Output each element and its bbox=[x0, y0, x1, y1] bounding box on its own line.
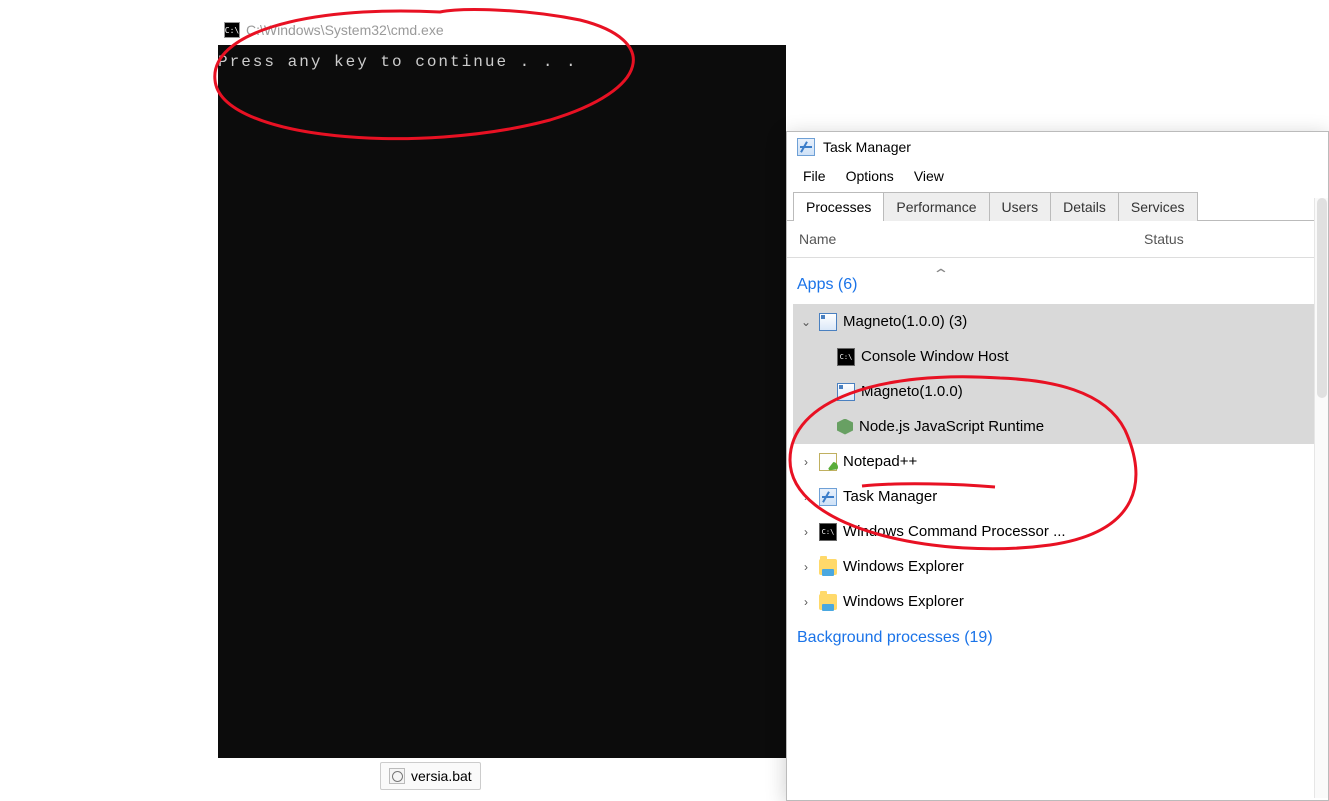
section-apps-header[interactable]: Apps (6) bbox=[793, 266, 1322, 304]
process-name: Windows Explorer bbox=[843, 558, 964, 575]
task-manager-icon bbox=[819, 488, 837, 506]
chevron-right-icon[interactable]: › bbox=[799, 525, 813, 539]
process-name: Notepad++ bbox=[843, 453, 917, 470]
process-name: Windows Explorer bbox=[843, 593, 964, 610]
chevron-down-icon[interactable]: ⌄ bbox=[799, 315, 813, 329]
process-row-task-manager[interactable]: › Task Manager bbox=[793, 479, 1322, 514]
tab-processes[interactable]: Processes bbox=[793, 192, 884, 221]
process-name: Task Manager bbox=[843, 488, 937, 505]
folder-icon bbox=[819, 559, 837, 575]
app-icon bbox=[819, 313, 837, 331]
chevron-right-icon[interactable]: › bbox=[799, 455, 813, 469]
process-row-windows-explorer-1[interactable]: › Windows Explorer bbox=[793, 549, 1322, 584]
tab-details[interactable]: Details bbox=[1050, 192, 1119, 221]
task-manager-titlebar[interactable]: Task Manager bbox=[787, 132, 1328, 162]
task-manager-title: Task Manager bbox=[823, 139, 911, 155]
batch-file-icon bbox=[389, 768, 405, 784]
task-manager-process-list: Apps (6) ⌄ Magneto(1.0.0) (3) C:\ Consol… bbox=[787, 258, 1328, 665]
task-manager-window: Task Manager File Options View Processes… bbox=[786, 131, 1329, 801]
process-row-magneto[interactable]: ⌄ Magneto(1.0.0) (3) bbox=[793, 304, 1322, 339]
process-row-console-window-host[interactable]: C:\ Console Window Host bbox=[793, 339, 1322, 374]
process-name: Node.js JavaScript Runtime bbox=[859, 418, 1044, 435]
section-background-header[interactable]: Background processes (19) bbox=[793, 619, 1322, 657]
task-manager-column-headers: Name Status bbox=[787, 221, 1328, 258]
cmd-window-title: C:\Windows\System32\cmd.exe bbox=[246, 22, 444, 38]
process-row-magneto-child[interactable]: Magneto(1.0.0) bbox=[793, 374, 1322, 409]
tab-users[interactable]: Users bbox=[989, 192, 1052, 221]
node-icon bbox=[837, 419, 853, 435]
menu-view[interactable]: View bbox=[904, 164, 954, 188]
task-manager-icon bbox=[797, 138, 815, 156]
column-header-status[interactable]: Status bbox=[1144, 231, 1316, 247]
sort-chevron-up-icon[interactable]: ⌃ bbox=[932, 266, 950, 283]
process-row-windows-explorer-2[interactable]: › Windows Explorer bbox=[793, 584, 1322, 619]
column-header-name[interactable]: Name bbox=[799, 231, 1144, 247]
menu-file[interactable]: File bbox=[793, 164, 836, 188]
chevron-right-icon[interactable]: › bbox=[799, 490, 813, 504]
process-row-nodejs[interactable]: Node.js JavaScript Runtime bbox=[793, 409, 1322, 444]
chevron-right-icon[interactable]: › bbox=[799, 595, 813, 609]
taskbar-item-label: versia.bat bbox=[411, 768, 472, 784]
taskbar-item-versia-bat[interactable]: versia.bat bbox=[380, 762, 481, 790]
cmd-prompt-icon: C:\ bbox=[224, 22, 240, 38]
cmd-titlebar[interactable]: C:\ C:\Windows\System32\cmd.exe bbox=[218, 15, 786, 45]
process-name: Magneto(1.0.0) (3) bbox=[843, 313, 967, 330]
task-manager-menubar: File Options View bbox=[787, 162, 1328, 191]
cmd-icon: C:\ bbox=[819, 523, 837, 541]
tab-services[interactable]: Services bbox=[1118, 192, 1198, 221]
folder-icon bbox=[819, 594, 837, 610]
scrollbar-vertical[interactable] bbox=[1314, 198, 1328, 798]
chevron-right-icon[interactable]: › bbox=[799, 560, 813, 574]
process-row-cmd-processor[interactable]: › C:\ Windows Command Processor ... bbox=[793, 514, 1322, 549]
tab-performance[interactable]: Performance bbox=[883, 192, 989, 221]
cmd-icon: C:\ bbox=[837, 348, 855, 366]
process-name: Magneto(1.0.0) bbox=[861, 383, 963, 400]
process-name: Console Window Host bbox=[861, 348, 1009, 365]
app-icon bbox=[837, 383, 855, 401]
menu-options[interactable]: Options bbox=[836, 164, 904, 188]
cmd-console-output[interactable]: Press any key to continue . . . bbox=[218, 45, 786, 758]
notepadpp-icon bbox=[819, 453, 837, 471]
cmd-window: C:\ C:\Windows\System32\cmd.exe Press an… bbox=[218, 15, 786, 758]
process-name: Windows Command Processor ... bbox=[843, 523, 1066, 540]
process-row-notepadpp[interactable]: › Notepad++ bbox=[793, 444, 1322, 479]
task-manager-tabs: Processes Performance Users Details Serv… bbox=[787, 191, 1328, 221]
